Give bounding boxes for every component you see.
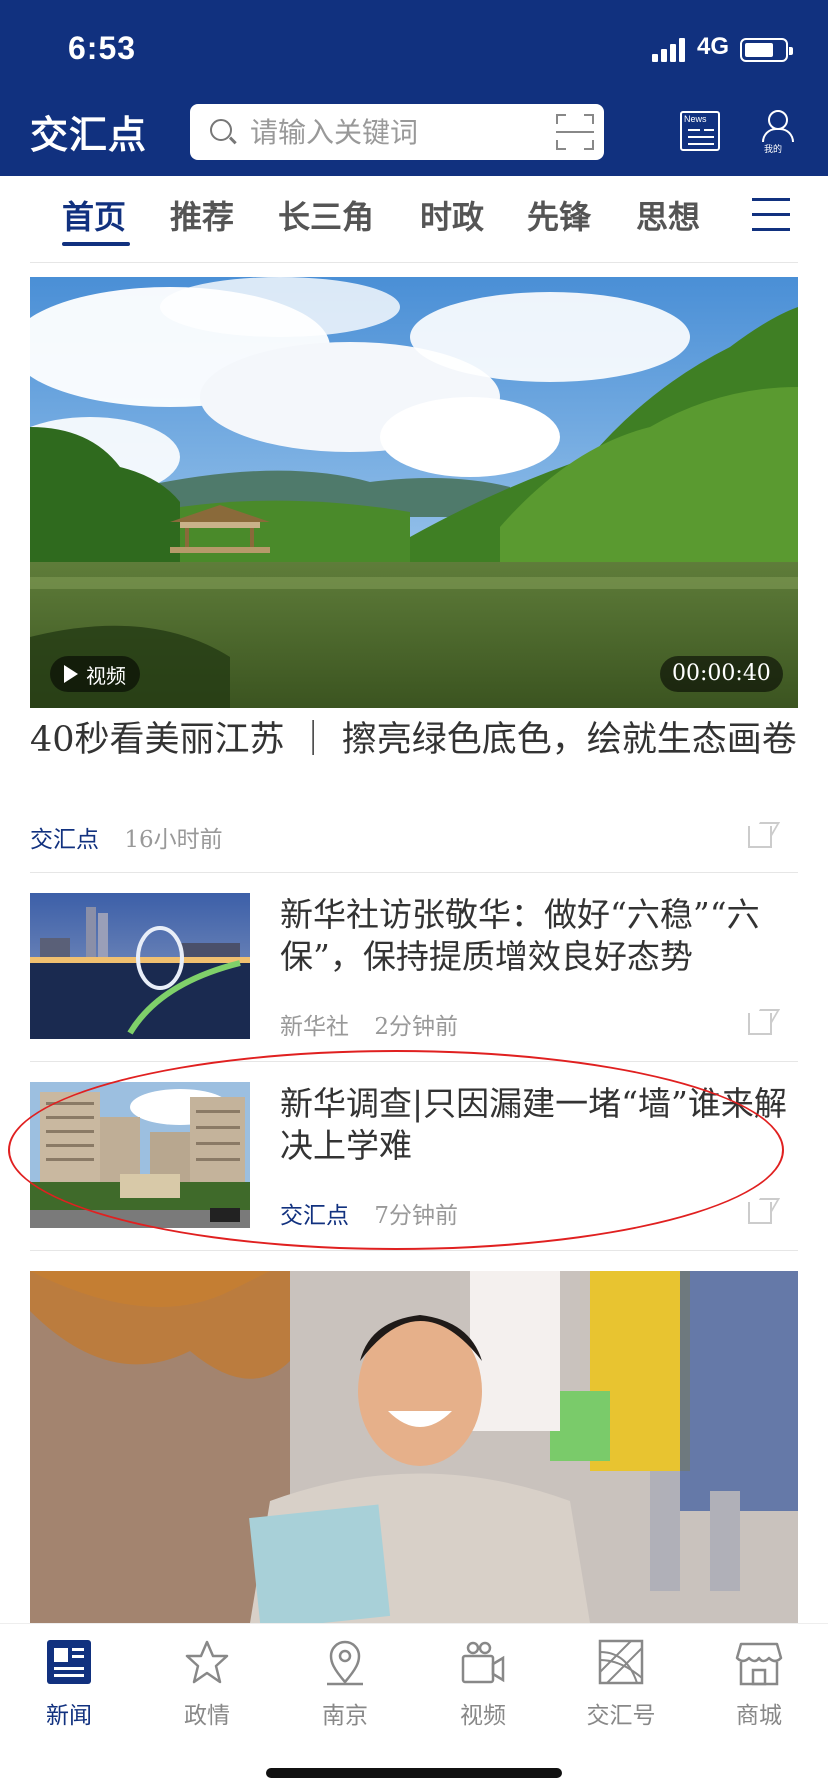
- divider: [30, 1061, 798, 1062]
- interchange-icon: [597, 1638, 645, 1688]
- tab-politics[interactable]: 时政: [420, 192, 484, 238]
- tab-pioneer[interactable]: 先锋: [527, 192, 591, 238]
- hero-title[interactable]: 40秒看美丽江苏 ｜ 擦亮绿色底色，绘就生态画卷: [30, 716, 800, 764]
- article-time: 7分钟前: [374, 1203, 458, 1229]
- status-bar: 6:53 4G: [0, 0, 828, 100]
- video-duration: 00:00:40: [660, 656, 783, 692]
- hero-source: 交汇点: [30, 827, 99, 853]
- hero-meta: 交汇点 16小时前: [30, 820, 223, 854]
- signal-icon: [652, 38, 686, 62]
- tab-thought[interactable]: 思想: [636, 192, 700, 238]
- nav-politics[interactable]: 政情: [152, 1638, 262, 1730]
- nav-video[interactable]: 视频: [428, 1638, 538, 1730]
- nav-nanjing[interactable]: 南京: [290, 1638, 400, 1730]
- tab-recommend[interactable]: 推荐: [170, 192, 234, 238]
- search-input[interactable]: [250, 112, 520, 152]
- battery-icon: [740, 38, 793, 62]
- newspaper-icon[interactable]: News: [680, 111, 720, 151]
- user-profile-icon[interactable]: 我的: [758, 108, 798, 155]
- tab-yangtze-delta[interactable]: 长三角: [278, 192, 374, 238]
- video-badge: 视频: [50, 656, 140, 692]
- share-icon[interactable]: [748, 1009, 781, 1035]
- app-header: 6:53 4G 交汇点 News 我的: [0, 0, 828, 176]
- city-bridge-image: [30, 893, 250, 1039]
- search-bar[interactable]: [190, 104, 604, 160]
- share-icon[interactable]: [748, 822, 781, 848]
- status-time: 6:53: [68, 30, 137, 66]
- app-logo: 交汇点: [30, 112, 148, 157]
- location-icon: [321, 1638, 369, 1688]
- category-tabs: 首页 推荐 长三角 时政 先锋 思想: [0, 176, 828, 262]
- apartment-buildings-image: [30, 1082, 250, 1228]
- feature-image[interactable]: [30, 1271, 798, 1623]
- news-icon: [45, 1638, 93, 1688]
- scan-icon[interactable]: [556, 114, 594, 150]
- hero-time: 16小时前: [124, 827, 223, 853]
- nav-jiaohuihao[interactable]: 交汇号: [566, 1638, 676, 1730]
- article-meta: 新华社 2分钟前: [280, 1007, 458, 1041]
- article-meta: 交汇点 7分钟前: [280, 1196, 458, 1230]
- article-source: 交汇点: [280, 1203, 349, 1229]
- divider: [30, 872, 798, 873]
- article-title[interactable]: 新华社访张敬华：做好“六稳”“六保”，保持提质增效良好态势: [280, 894, 790, 978]
- nav-shop[interactable]: 商城: [704, 1638, 814, 1730]
- star-icon: [183, 1638, 231, 1688]
- divider: [30, 1250, 798, 1251]
- article-source: 新华社: [280, 1014, 349, 1040]
- active-tab-indicator: [62, 242, 130, 246]
- shop-icon: [735, 1638, 783, 1688]
- home-indicator: [266, 1768, 562, 1778]
- search-icon: [210, 119, 232, 141]
- article-thumbnail[interactable]: [30, 1082, 250, 1228]
- smiling-boy-image: [30, 1271, 798, 1623]
- article-thumbnail[interactable]: [30, 893, 250, 1039]
- nav-news[interactable]: 新闻: [14, 1638, 124, 1730]
- play-icon: [64, 665, 78, 683]
- menu-icon[interactable]: [752, 198, 790, 232]
- lake-landscape-image: [30, 277, 798, 708]
- article-title[interactable]: 新华调查|只因漏建一堵“墙”谁来解决上学难: [280, 1083, 790, 1167]
- divider: [30, 262, 798, 263]
- hero-video-thumbnail[interactable]: [30, 277, 798, 708]
- video-camera-icon: [459, 1638, 507, 1688]
- share-icon[interactable]: [748, 1198, 781, 1224]
- bottom-navigation: 新闻 政情 南京 视频 交汇号 商城: [0, 1623, 828, 1792]
- tab-home[interactable]: 首页: [62, 192, 126, 238]
- article-time: 2分钟前: [374, 1014, 458, 1040]
- network-type: 4G: [697, 33, 730, 60]
